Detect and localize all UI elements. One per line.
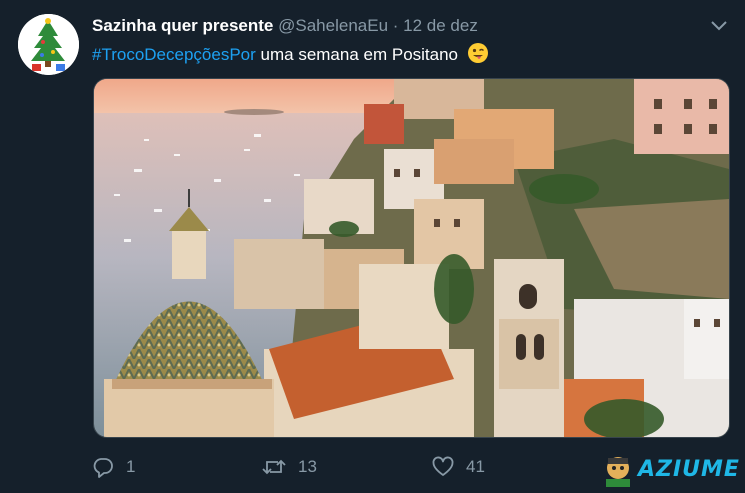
reply-button[interactable]: 1 bbox=[92, 456, 135, 478]
like-button[interactable]: 41 bbox=[432, 456, 485, 478]
retweet-button[interactable]: 13 bbox=[262, 456, 317, 478]
reply-icon bbox=[93, 458, 113, 478]
avatar[interactable] bbox=[18, 14, 79, 75]
mascot-logo-icon bbox=[606, 457, 630, 487]
chevron-down-icon[interactable] bbox=[710, 20, 728, 32]
tweet-header: Sazinha quer presente @SahelenaEu · 12 d… bbox=[92, 15, 478, 37]
retweet-icon bbox=[262, 459, 286, 475]
reply-count: 1 bbox=[126, 457, 136, 476]
separator-dot: · bbox=[392, 16, 399, 35]
tweet-photo[interactable] bbox=[93, 78, 730, 438]
tweet-body: uma semana em Positano bbox=[255, 45, 459, 64]
like-icon bbox=[432, 456, 454, 476]
like-count: 41 bbox=[466, 457, 485, 476]
hashtag-link[interactable]: #TrocoDecepçõesPor bbox=[92, 45, 256, 64]
christmas-tree-avatar-icon bbox=[18, 14, 79, 75]
tweet-text: #TrocoDecepçõesPor uma semana em Positan… bbox=[92, 42, 489, 66]
positano-photo bbox=[94, 79, 729, 437]
display-name[interactable]: Sazinha quer presente bbox=[92, 16, 273, 35]
aziume-watermark: AZIUME bbox=[600, 452, 745, 488]
retweet-count: 13 bbox=[298, 457, 317, 476]
winking-face-tongue-icon bbox=[467, 43, 488, 63]
user-handle[interactable]: @SahelenaEu bbox=[278, 16, 388, 35]
watermark-text: AZIUME bbox=[638, 457, 740, 482]
tweet-date[interactable]: 12 de dez bbox=[403, 16, 478, 35]
